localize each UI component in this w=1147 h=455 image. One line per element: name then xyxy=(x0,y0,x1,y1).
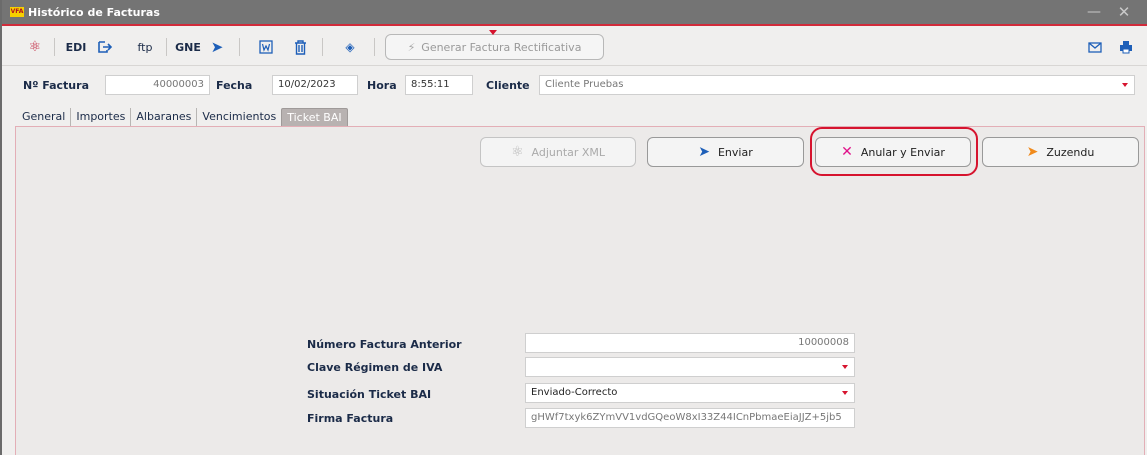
trash-icon xyxy=(294,39,306,55)
title-bar: VFA Histórico de Facturas — ✕ xyxy=(2,0,1147,26)
toolbar-divider xyxy=(239,38,240,56)
gne-button[interactable]: GNE xyxy=(175,28,201,66)
factura-number-label: Nº Factura xyxy=(23,79,89,92)
envelope-icon xyxy=(1088,41,1102,53)
minimize-button[interactable]: — xyxy=(1085,4,1103,20)
hora-field[interactable]: 8:55:11 xyxy=(405,75,473,95)
generar-label: Generar Factura Rectificativa xyxy=(421,40,582,54)
numero-factura-anterior-field[interactable]: 10000008 xyxy=(525,333,855,353)
dropdown-arrow-icon xyxy=(842,391,848,395)
invoice-history-window: VFA Histórico de Facturas — ✕ ⚛ EDI ftp … xyxy=(0,0,1147,455)
tab-importes[interactable]: Importes xyxy=(71,108,132,126)
ftp-button[interactable]: ftp xyxy=(134,28,156,66)
ticket-bai-panel: ⚛ Adjuntar XML ➤ Enviar ✕ Anular y Envia… xyxy=(15,126,1145,455)
clave-regimen-iva-label: Clave Régimen de IVA xyxy=(307,361,443,374)
atom-icon: ⚛ xyxy=(510,144,524,160)
toolbar: ⚛ EDI ftp GNE ➤ ◈ ⚡ Generar Factura Rect… xyxy=(2,28,1147,66)
options-button[interactable]: ◈ xyxy=(341,28,359,66)
app-logo: VFA xyxy=(10,7,24,17)
dropdown-marker-icon xyxy=(489,30,497,35)
toolbar-divider xyxy=(374,38,375,56)
send-arrow-icon: ➤ xyxy=(698,144,710,160)
toolbar-divider xyxy=(322,38,323,56)
window-title: Histórico de Facturas xyxy=(28,5,160,19)
tab-vencimientos[interactable]: Vencimientos xyxy=(197,108,281,126)
atom-icon: ⚛ xyxy=(28,39,42,55)
lightning-icon: ⚡ xyxy=(407,40,416,54)
cliente-value: Cliente Pruebas xyxy=(545,79,624,90)
email-button[interactable] xyxy=(1086,28,1104,66)
print-button[interactable] xyxy=(1117,28,1135,66)
clave-regimen-iva-select[interactable] xyxy=(525,357,855,377)
enviar-label: Enviar xyxy=(717,145,753,159)
invoice-header: Nº Factura 40000003 Fecha 10/02/2023 Hor… xyxy=(2,70,1147,102)
factura-number-field[interactable]: 40000003 xyxy=(105,75,210,95)
zuzendu-label: Zuzendu xyxy=(1046,145,1095,159)
fecha-label: Fecha xyxy=(216,79,253,92)
delete-button[interactable] xyxy=(291,28,309,66)
dropdown-arrow-icon xyxy=(1122,83,1128,87)
edi-label: EDI xyxy=(65,40,87,54)
firma-factura-field[interactable]: gHWf7txyk6ZYmVV1vdGQeoW8xI33Z44ICnPbmaeE… xyxy=(525,408,855,428)
dropdown-arrow-icon xyxy=(842,365,848,369)
zuzendu-button[interactable]: ➤ Zuzendu xyxy=(982,137,1139,167)
close-button[interactable]: ✕ xyxy=(1115,4,1133,20)
send-arrow-icon: ➤ xyxy=(1026,144,1039,160)
close-x-icon: ✕ xyxy=(841,144,853,160)
tab-ticket-bai[interactable]: Ticket BAI xyxy=(281,108,348,126)
enviar-button[interactable]: ➤ Enviar xyxy=(647,137,804,167)
ftp-label: ftp xyxy=(137,40,153,54)
toolbar-divider xyxy=(166,38,167,56)
hora-label: Hora xyxy=(367,79,397,92)
printer-icon xyxy=(1120,41,1132,54)
send-gne-button[interactable]: ➤ xyxy=(208,28,226,66)
numero-factura-anterior-label: Número Factura Anterior xyxy=(307,338,462,351)
firma-factura-label: Firma Factura xyxy=(307,412,394,425)
cliente-label: Cliente xyxy=(486,79,530,92)
situacion-ticket-bai-value: Enviado-Correcto xyxy=(531,387,618,398)
word-button[interactable] xyxy=(257,28,275,66)
edi-button[interactable]: EDI xyxy=(65,28,87,66)
tab-general[interactable]: General xyxy=(16,108,72,126)
adjuntar-xml-button[interactable]: ⚛ Adjuntar XML xyxy=(480,137,636,167)
word-document-icon xyxy=(259,40,273,54)
adjuntar-label: Adjuntar XML xyxy=(531,145,606,159)
generar-factura-rectificativa-button[interactable]: ⚡ Generar Factura Rectificativa xyxy=(385,30,604,60)
situacion-ticket-bai-label: Situación Ticket BAI xyxy=(307,388,432,401)
anular-label: Anular y Enviar xyxy=(860,145,945,159)
diamond-icon: ◈ xyxy=(345,40,355,54)
atom-button[interactable]: ⚛ xyxy=(26,28,44,66)
toolbar-divider xyxy=(54,38,55,56)
tab-albaranes[interactable]: Albaranes xyxy=(131,108,198,126)
export-button[interactable] xyxy=(96,28,114,66)
export-icon xyxy=(97,41,112,53)
anular-y-enviar-button[interactable]: ✕ Anular y Enviar xyxy=(815,137,971,167)
fecha-field[interactable]: 10/02/2023 xyxy=(272,75,358,95)
gne-label: GNE xyxy=(175,40,201,54)
tab-bar: General Importes Albaranes Vencimientos … xyxy=(16,108,348,126)
situacion-ticket-bai-select[interactable]: Enviado-Correcto xyxy=(525,383,855,403)
send-arrow-icon: ➤ xyxy=(210,38,224,56)
cliente-select[interactable]: Cliente Pruebas xyxy=(539,75,1135,95)
